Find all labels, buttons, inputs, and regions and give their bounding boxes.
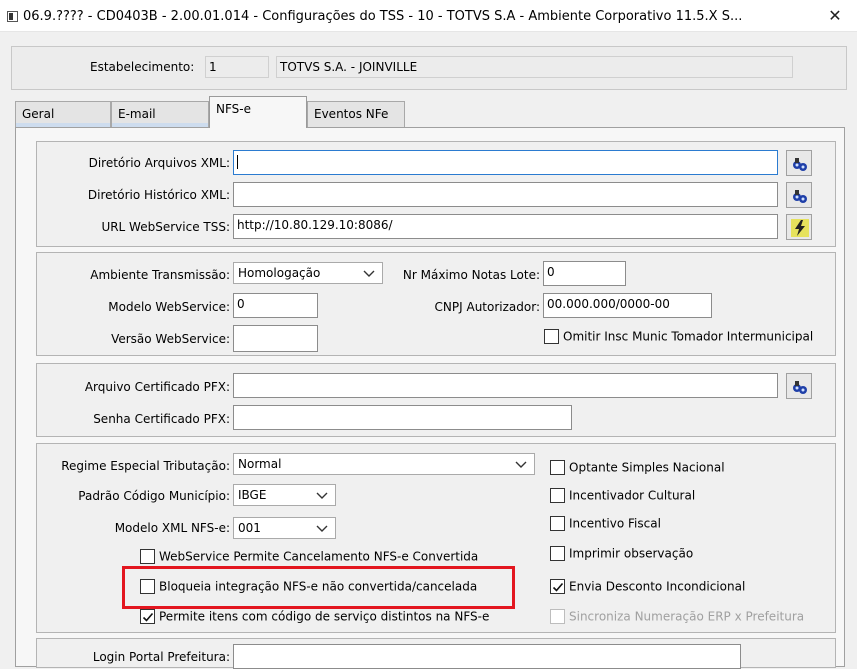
dir-xml-browse-button[interactable] xyxy=(786,150,812,176)
lightning-icon xyxy=(791,219,809,237)
chevron-down-icon xyxy=(316,492,328,499)
binoculars-icon xyxy=(793,190,807,203)
login-portal-label: Login Portal Prefeitura: xyxy=(92,650,230,664)
versao-ws-field[interactable] xyxy=(233,325,318,352)
envia-checkbox[interactable] xyxy=(550,579,565,594)
url-test-button[interactable] xyxy=(786,214,812,240)
url-field[interactable]: http://10.80.129.10:8086/ xyxy=(233,214,778,239)
binoculars-icon xyxy=(793,381,807,394)
omitir-checkbox-row[interactable]: Omitir Insc Munic Tomador Intermunicipal xyxy=(544,329,813,347)
binoculars-icon xyxy=(793,158,807,171)
omitir-checkbox[interactable] xyxy=(544,329,559,344)
sincroniza-checkbox xyxy=(550,609,565,624)
incentivo-checkbox-row[interactable]: Incentivo Fiscal xyxy=(550,516,661,534)
ambiente-select[interactable]: Homologação xyxy=(233,262,383,284)
imprimir-checkbox-row[interactable]: Imprimir observação xyxy=(550,546,693,564)
dir-xml-label: Diretório Arquivos XML: xyxy=(88,156,230,170)
sincroniza-label: Sincroniza Numeração ERP x Prefeitura xyxy=(569,609,805,624)
app-icon xyxy=(7,11,18,22)
modelo-xml-select[interactable]: 001 xyxy=(233,517,336,539)
incentivador-label: Incentivador Cultural xyxy=(569,488,696,503)
arquivo-cert-browse-button[interactable] xyxy=(786,373,812,399)
modelo-ws-label: Modelo WebService: xyxy=(108,300,230,314)
permite-label: Permite itens com código de serviço dist… xyxy=(159,609,490,624)
envia-label: Envia Desconto Incondicional xyxy=(569,579,746,594)
login-portal-field[interactable] xyxy=(233,644,741,669)
optante-checkbox-row[interactable]: Optante Simples Nacional xyxy=(550,460,725,478)
ws-cancel-checkbox[interactable] xyxy=(140,549,155,564)
regime-label: Regime Especial Tributação: xyxy=(61,459,230,473)
checkmark-icon xyxy=(552,582,564,592)
permite-checkbox-row[interactable]: Permite itens com código de serviço dist… xyxy=(140,609,489,627)
tab-email[interactable]: E-mail xyxy=(111,101,209,127)
ws-cancel-label: WebService Permite Cancelamento NFS-e Co… xyxy=(159,549,479,564)
tab-nfse[interactable]: NFS-e xyxy=(209,96,307,128)
incentivo-checkbox[interactable] xyxy=(550,516,565,531)
title-bar: 06.9.???? - CD0403B - 2.00.01.014 - Conf… xyxy=(0,0,857,32)
close-button[interactable]: ✕ xyxy=(815,2,855,30)
arquivo-cert-label: Arquivo Certificado PFX: xyxy=(84,380,230,394)
tab-email-label: E-mail xyxy=(118,107,156,121)
window-title: 06.9.???? - CD0403B - 2.00.01.014 - Conf… xyxy=(23,9,743,24)
nr-max-label: Nr Máximo Notas Lote: xyxy=(402,268,540,282)
dir-hist-label: Diretório Histórico XML: xyxy=(87,188,230,202)
incentivo-label: Incentivo Fiscal xyxy=(569,516,661,531)
arquivo-cert-field[interactable] xyxy=(233,373,778,398)
dir-hist-browse-button[interactable] xyxy=(786,182,812,208)
estabelecimento-code-field[interactable]: 1 xyxy=(205,56,269,78)
padrao-select[interactable]: IBGE xyxy=(233,484,336,506)
tab-eventos-nfe-label: Eventos NFe xyxy=(314,107,389,121)
tab-geral-label: Geral xyxy=(22,107,55,121)
senha-cert-field[interactable] xyxy=(233,405,572,430)
regime-value: Normal xyxy=(238,457,282,471)
modelo-xml-label: Modelo XML NFS-e: xyxy=(114,521,230,535)
permite-checkbox[interactable] xyxy=(140,609,155,624)
versao-ws-label: Versão WebService: xyxy=(111,332,230,346)
tab-eventos-nfe[interactable]: Eventos NFe xyxy=(307,101,405,127)
incentivador-checkbox-row[interactable]: Incentivador Cultural xyxy=(550,488,695,506)
estabelecimento-panel: Estabelecimento: 1 TOTVS S.A. - JOINVILL… xyxy=(11,46,847,90)
nr-max-field[interactable]: 0 xyxy=(543,261,626,286)
modelo-ws-field[interactable]: 0 xyxy=(233,293,318,318)
checkmark-icon xyxy=(142,612,154,622)
imprimir-checkbox[interactable] xyxy=(550,546,565,561)
incentivador-checkbox[interactable] xyxy=(550,488,565,503)
senha-cert-label: Senha Certificado PFX: xyxy=(93,412,230,426)
tab-geral[interactable]: Geral xyxy=(15,101,111,127)
padrao-label: Padrão Código Município: xyxy=(78,489,230,503)
dir-xml-field[interactable] xyxy=(233,150,778,175)
sincroniza-checkbox-row: Sincroniza Numeração ERP x Prefeitura xyxy=(550,609,804,627)
modelo-xml-value: 001 xyxy=(238,521,261,535)
imprimir-label: Imprimir observação xyxy=(569,546,694,561)
chevron-down-icon xyxy=(363,270,375,277)
dir-hist-field[interactable] xyxy=(233,182,778,207)
chevron-down-icon xyxy=(316,525,328,532)
envia-checkbox-row[interactable]: Envia Desconto Incondicional xyxy=(550,579,745,597)
padrao-value: IBGE xyxy=(238,488,267,502)
url-label: URL WebService TSS: xyxy=(101,220,230,234)
optante-label: Optante Simples Nacional xyxy=(569,460,725,475)
ws-cancel-checkbox-row[interactable]: WebService Permite Cancelamento NFS-e Co… xyxy=(140,549,478,567)
ambiente-value: Homologação xyxy=(238,266,321,280)
chevron-down-icon xyxy=(515,461,527,468)
omitir-label: Omitir Insc Munic Tomador Intermunicipal xyxy=(563,329,814,344)
cnpj-label: CNPJ Autorizador: xyxy=(434,300,540,314)
ambiente-label: Ambiente Transmissão: xyxy=(90,268,230,282)
optante-checkbox[interactable] xyxy=(550,460,565,475)
regime-select[interactable]: Normal xyxy=(233,453,535,475)
cnpj-field[interactable]: 00.000.000/0000-00 xyxy=(543,293,712,318)
highlight-box xyxy=(122,566,515,609)
estabelecimento-label: Estabelecimento: xyxy=(90,60,195,74)
estabelecimento-name-field[interactable]: TOTVS S.A. - JOINVILLE xyxy=(276,56,793,78)
tab-nfse-label: NFS-e xyxy=(216,102,251,116)
text-cursor xyxy=(237,154,238,169)
